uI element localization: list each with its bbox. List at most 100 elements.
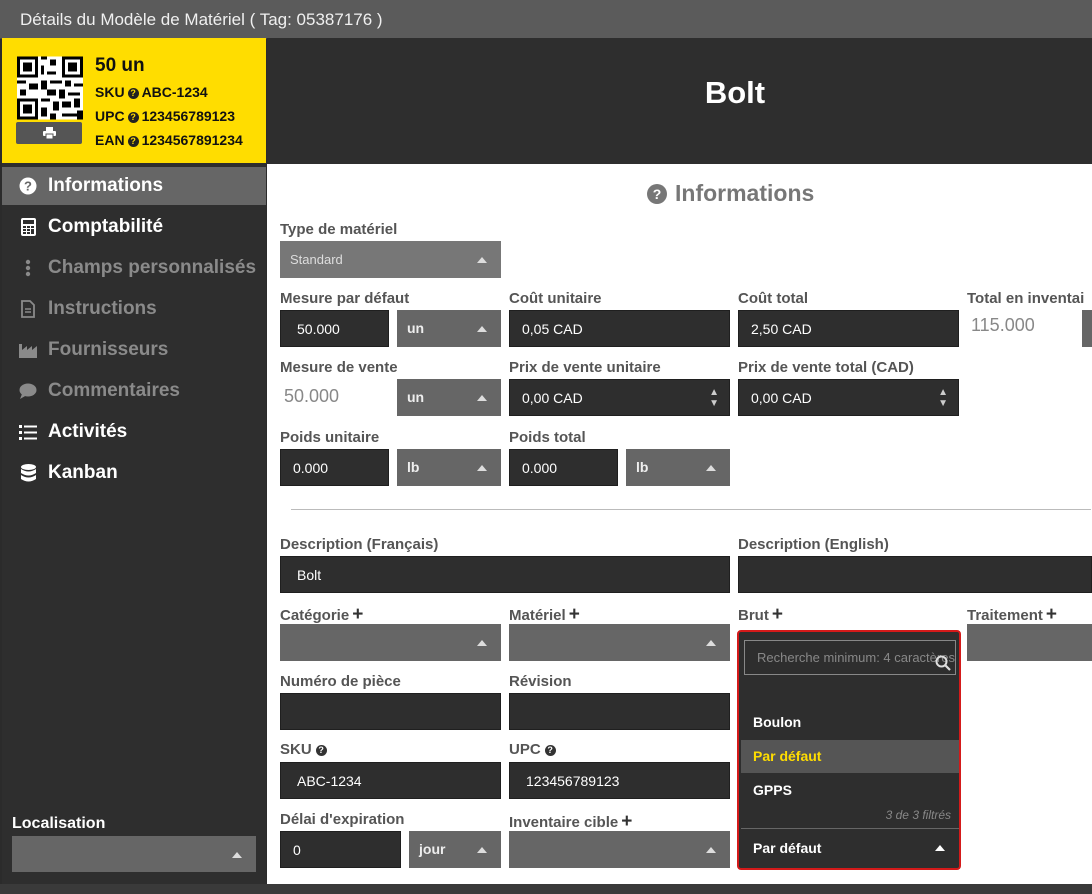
poids-total-unit-select[interactable]: lb: [626, 449, 730, 486]
nav-item-fournisseurs[interactable]: Fournisseurs: [2, 331, 266, 369]
search-icon: [935, 650, 951, 674]
categorie-select[interactable]: [280, 624, 501, 661]
chevron-up-icon: [706, 847, 716, 853]
upc-code: UPC? 123456789123: [95, 108, 235, 124]
nav-item-commentaires[interactable]: Commentaires: [2, 372, 266, 410]
id-card: 50 un SKU? ABC-1234 UPC? 123456789123 EAN?…: [2, 38, 266, 163]
nav-item-comptabilite[interactable]: Comptabilité: [2, 208, 266, 246]
upc-input[interactable]: 123456789123: [509, 762, 730, 799]
brut-select[interactable]: Par défaut: [741, 828, 959, 866]
nav-item-champs-personnalises[interactable]: Champs personnalisés: [2, 249, 266, 287]
type-select[interactable]: Standard: [280, 241, 501, 278]
help-icon: ?: [127, 136, 139, 147]
quantity: 50 un: [95, 55, 145, 76]
window-titlebar: Détails du Modèle de Matériel ( Tag: 053…: [0, 0, 1092, 39]
nav-item-activites[interactable]: Activités: [2, 413, 266, 451]
desc-en-input[interactable]: [738, 556, 1092, 593]
revision-input[interactable]: [509, 693, 730, 730]
ean-value: 1234567891234: [141, 132, 243, 148]
type-value: Standard: [290, 252, 343, 267]
help-icon: ?: [315, 745, 327, 756]
nav-item-kanban[interactable]: Kanban: [2, 454, 266, 492]
desc-en-label: Description (English): [738, 536, 889, 553]
brut-label: Brut +: [738, 604, 783, 626]
print-button[interactable]: [16, 122, 82, 144]
prix-unitaire-value: 0,00 CAD: [522, 390, 583, 406]
localisation-select[interactable]: [12, 836, 256, 872]
mesure-defaut-input[interactable]: 50.000: [280, 310, 389, 347]
document-icon: [19, 300, 37, 318]
categorie-label: Catégorie +: [280, 604, 363, 626]
materiel-label-text: Matériel: [509, 607, 566, 624]
unit-value: un: [407, 389, 425, 405]
dropdown-option-boulon[interactable]: Boulon: [741, 706, 959, 739]
add-icon[interactable]: +: [1046, 604, 1057, 625]
ean-label: EAN: [95, 132, 125, 148]
sku-field-label-text: SKU: [280, 741, 312, 758]
comment-icon: [19, 382, 37, 400]
page-title: Bolt: [704, 75, 766, 110]
dropdown-option-par-defaut[interactable]: Par défaut: [741, 740, 959, 773]
nav-label: Commentaires: [48, 380, 180, 401]
window-title: Détails du Modèle de Matériel ( Tag: 053…: [20, 10, 383, 29]
sidebar: 50 un SKU? ABC-1234 UPC? 123456789123 EAN?…: [2, 38, 266, 884]
total-inventaire-value: 115.000: [971, 315, 1035, 335]
sku-input[interactable]: ABC-1234: [280, 762, 501, 799]
brut-label-text: Brut: [738, 607, 769, 624]
add-icon[interactable]: +: [569, 604, 580, 625]
prix-total-label: Prix de vente total (CAD): [738, 359, 914, 376]
poids-unitaire-unit-select[interactable]: lb: [397, 449, 501, 486]
total-inventaire-unit-select[interactable]: [1082, 310, 1092, 347]
brut-selected-value: Par défaut: [753, 840, 822, 856]
help-icon: ?: [544, 745, 556, 756]
spinner-icon[interactable]: ▲ ▼: [938, 387, 948, 409]
delai-input[interactable]: 0: [280, 831, 401, 868]
nav-item-instructions[interactable]: Instructions: [2, 290, 266, 328]
dropdown-count: 3 de 3 filtrés: [885, 808, 951, 822]
inventaire-cible-select[interactable]: [509, 831, 730, 868]
total-inventaire-label: Total en inventai: [967, 290, 1085, 307]
unit-value: jour: [419, 841, 446, 857]
prix-unitaire-input[interactable]: 0,00 CAD ▲ ▼: [509, 379, 730, 416]
chevron-up-icon: [477, 847, 487, 853]
add-icon[interactable]: +: [621, 811, 632, 832]
chevron-up-icon: [935, 845, 945, 851]
mesure-defaut-unit-select[interactable]: un: [397, 310, 501, 347]
question-circle-icon: ?: [19, 177, 37, 195]
add-icon[interactable]: +: [772, 604, 783, 625]
mesure-vente-unit-select[interactable]: un: [397, 379, 501, 416]
nav-label: Fournisseurs: [48, 339, 169, 360]
traitement-select[interactable]: [967, 624, 1092, 661]
nav-item-informations[interactable]: ? Informations: [2, 167, 266, 205]
upc-label: UPC: [95, 108, 125, 124]
delai-unit-select[interactable]: jour: [409, 831, 501, 868]
cout-unitaire-input[interactable]: 0,05 CAD: [509, 310, 730, 347]
materiel-select[interactable]: [509, 624, 730, 661]
section-title-text: Informations: [675, 180, 815, 206]
categorie-label-text: Catégorie: [280, 607, 350, 624]
poids-unitaire-input[interactable]: 0.000: [280, 449, 389, 486]
help-icon: ?: [127, 112, 139, 123]
brut-dropdown[interactable]: Recherche minimum: 4 caractères Boulon P…: [737, 630, 961, 870]
desc-fr-label: Description (Français): [280, 536, 439, 553]
page-header: Bolt: [267, 38, 1092, 164]
desc-fr-input[interactable]: Bolt: [280, 556, 730, 593]
cout-total-label: Coût total: [738, 290, 808, 307]
cout-total-input[interactable]: 2,50 CAD: [738, 310, 959, 347]
traitement-label-text: Traitement: [967, 607, 1043, 624]
type-label: Type de matériel: [280, 221, 398, 238]
dropdown-search-input[interactable]: Recherche minimum: 4 caractères: [744, 640, 956, 675]
print-icon: [42, 127, 56, 139]
poids-unitaire-label: Poids unitaire: [280, 429, 380, 446]
dropdown-option-gpps[interactable]: GPPS: [741, 774, 959, 807]
add-icon[interactable]: +: [352, 604, 363, 625]
divider: [291, 509, 1091, 510]
revision-label: Révision: [509, 673, 572, 690]
prix-total-input[interactable]: 0,00 CAD ▲ ▼: [738, 379, 959, 416]
num-piece-input[interactable]: [280, 693, 501, 730]
poids-total-input[interactable]: 0.000: [509, 449, 618, 486]
vertical-ellipsis-icon: [19, 259, 37, 277]
spinner-icon[interactable]: ▲ ▼: [709, 387, 719, 409]
ean-code: EAN? 1234567891234: [95, 132, 243, 148]
chevron-up-icon: [232, 852, 242, 858]
